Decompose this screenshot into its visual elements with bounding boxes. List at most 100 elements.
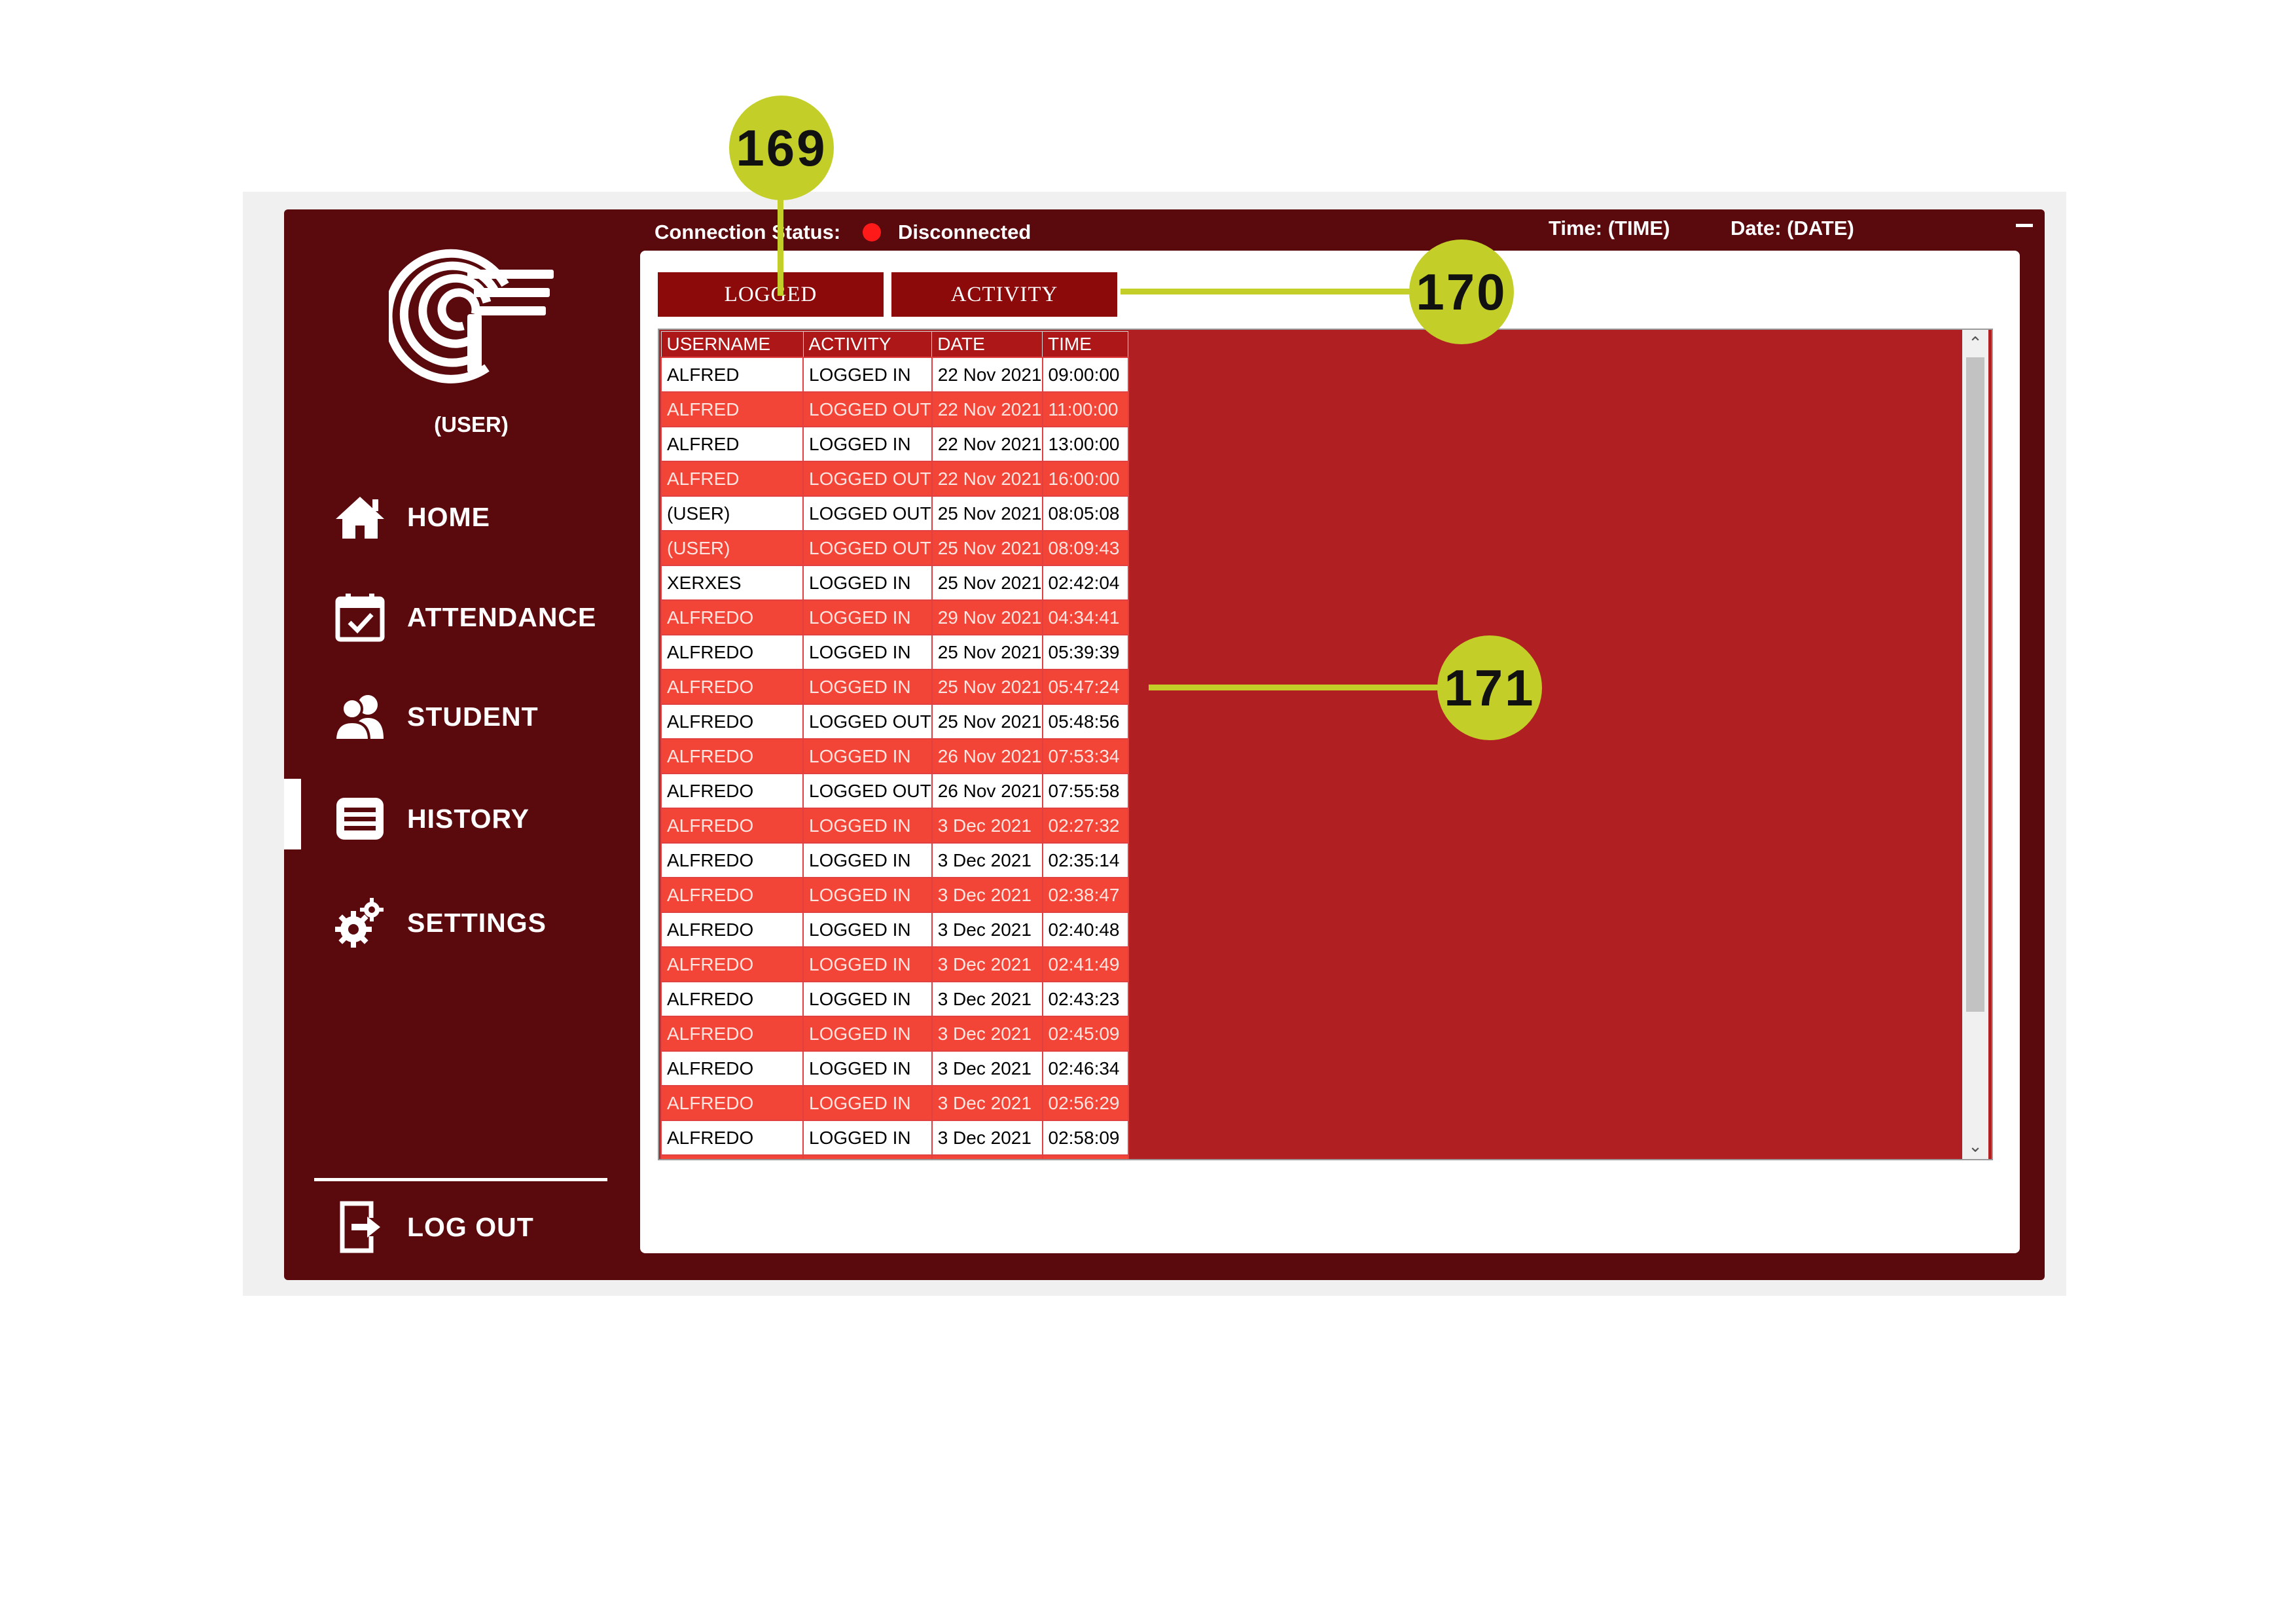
cell-date: 29 Nov 2021	[931, 599, 1043, 635]
cell-activity: LOGGED IN	[802, 738, 933, 774]
cell-date: 3 Dec 2021	[931, 1016, 1043, 1052]
cell-time: 05:48:56	[1041, 704, 1129, 740]
cell-time: 07:53:34	[1041, 738, 1129, 774]
cell-time: 02:56:29	[1041, 1085, 1129, 1121]
cell-username: ALFREDO	[660, 599, 804, 635]
cell-time: 04:34:41	[1041, 599, 1129, 635]
cell-activity: LOGGED IN	[802, 634, 933, 670]
sidebar-item-label: STUDENT	[407, 701, 539, 732]
cell-time: 02:38:47	[1041, 877, 1129, 913]
cell-username: ALFREDO	[660, 1085, 804, 1121]
table-row[interactable]: XERXES LOGGED IN 25 Nov 2021 02:42:04	[660, 565, 1129, 601]
cell-username: ALFREDO	[660, 842, 804, 878]
table-row[interactable]: ALFREDO LOGGED IN 26 Nov 2021 07:53:34	[660, 738, 1129, 774]
cell-activity: LOGGED OUT	[802, 704, 933, 740]
cell-activity: LOGGED IN	[802, 357, 933, 393]
sidebar-item-student[interactable]: STUDENT	[334, 681, 609, 753]
cell-time: 02:45:09	[1041, 1016, 1129, 1052]
cell-time: 11:00:00	[1041, 391, 1129, 427]
table-header-row: USERNAME ACTIVITY DATE TIME	[660, 331, 1128, 358]
table-row[interactable]: ALFREDO LOGGED IN 25 Nov 2021 05:47:24	[660, 669, 1129, 705]
table-row[interactable]: ALFREDO LOGGED IN 3 Dec 2021 02:58:09	[660, 1120, 1129, 1156]
minimize-button[interactable]	[2016, 224, 2033, 227]
cell-username: ALFREDO	[660, 981, 804, 1017]
table-row[interactable]: ALFREDO LOGGED IN 3 Dec 2021 02:56:29	[660, 1085, 1129, 1121]
cell-date: 22 Nov 2021	[931, 357, 1043, 393]
table-row[interactable]: ALFREDO LOGGED IN 3 Dec 2021 02:40:48	[660, 912, 1129, 948]
cell-time: 09:00:00	[1041, 357, 1129, 393]
active-item-indicator	[284, 779, 301, 849]
tab-activity[interactable]: ACTIVITY	[891, 272, 1117, 317]
table-row[interactable]: ALFREDO LOGGED IN 3 Dec 2021 02:41:49	[660, 946, 1129, 982]
time-display: Time: (TIME)	[1549, 217, 1670, 240]
cell-activity: LOGGED IN	[802, 599, 933, 635]
sidebar-item-label: SETTINGS	[407, 907, 547, 938]
table-row[interactable]: ALFREDO LOGGED IN 3 Dec 2021 02:45:09	[660, 1016, 1129, 1052]
cell-time: 02:58:09	[1041, 1120, 1129, 1156]
table-row[interactable]: ALFRED LOGGED OUT 22 Nov 2021 11:00:00	[660, 391, 1129, 427]
callout-leader-line	[778, 196, 783, 296]
cell-date: 22 Nov 2021	[931, 426, 1043, 462]
table-row[interactable]: ALFREDO LOGGED IN 3 Dec 2021 02:43:23	[660, 981, 1129, 1017]
table-row[interactable]: ALFRED LOGGED IN 22 Nov 2021 13:00:00	[660, 426, 1129, 462]
column-header-username[interactable]: USERNAME	[660, 331, 804, 358]
callout-marker: 171	[1437, 635, 1542, 740]
cell-date: 3 Dec 2021	[931, 1120, 1043, 1156]
callout-leader-line	[1149, 685, 1442, 690]
logout-icon	[334, 1201, 386, 1253]
table-row[interactable]: ALFREDO LOGGED IN 3 Dec 2021 02:46:34	[660, 1050, 1129, 1086]
table-row[interactable]: ALFREDO LOGGED IN 25 Nov 2021 05:39:39	[660, 634, 1129, 670]
cell-date: 3 Dec 2021	[931, 842, 1043, 878]
scroll-down-arrow-icon[interactable]: ⌄	[1962, 1133, 1988, 1159]
cell-activity: LOGGED OUT	[802, 495, 933, 531]
status-dot-icon	[863, 223, 881, 241]
cell-activity: LOGGED OUT	[802, 530, 933, 566]
table-row[interactable]: ALFREDO LOGGED IN 29 Nov 2021 04:34:41	[660, 599, 1129, 635]
cell-date: 26 Nov 2021	[931, 738, 1043, 774]
cell-username: ALFREDO	[660, 704, 804, 740]
logout-button[interactable]: LOG OUT	[334, 1191, 609, 1263]
cell-time: 02:41:49	[1041, 946, 1129, 982]
cell-username: ALFREDO	[660, 1050, 804, 1086]
cell-time: 07:55:58	[1041, 773, 1129, 809]
cell-date: 3 Dec 2021	[931, 912, 1043, 948]
cell-activity: LOGGED IN	[802, 669, 933, 705]
sidebar-item-home[interactable]: HOME	[334, 481, 609, 553]
table-row[interactable]: (USER) LOGGED OUT 25 Nov 2021 08:09:43	[660, 530, 1129, 566]
cell-username: ALFREDO	[660, 1016, 804, 1052]
column-header-time[interactable]: TIME	[1042, 331, 1128, 358]
history-table[interactable]: USERNAME ACTIVITY DATE TIME ALFRED LOGGED…	[658, 329, 1993, 1160]
table-row[interactable]: ALFREDO LOGGED OUT 25 Nov 2021 05:48:56	[660, 704, 1129, 740]
tab-logged[interactable]: LOGGED	[658, 272, 884, 317]
table-row[interactable]: ALFREDO LOGGED IN 3 Dec 2021 02:27:32	[660, 808, 1129, 844]
users-icon	[334, 690, 386, 743]
sidebar-item-history[interactable]: HISTORY	[334, 783, 609, 855]
column-header-date[interactable]: DATE	[931, 331, 1043, 358]
sidebar-item-attendance[interactable]: ATTENDANCE	[334, 581, 609, 653]
cell-activity: LOGGED IN	[802, 946, 933, 982]
vertical-scrollbar[interactable]: ⌃ ⌄	[1962, 330, 1988, 1159]
cell-time: 02:40:48	[1041, 912, 1129, 948]
table-row[interactable]: ALFREDO LOGGED IN 3 Dec 2021 02:38:47	[660, 877, 1129, 913]
column-header-activity[interactable]: ACTIVITY	[802, 331, 933, 358]
scroll-up-arrow-icon[interactable]: ⌃	[1962, 330, 1988, 356]
table-row[interactable]: ALFRED LOGGED OUT 22 Nov 2021 16:00:00	[660, 461, 1129, 497]
table-row[interactable]: ALFREDO LOGGED IN 3 Dec 2021 02:35:14	[660, 842, 1129, 878]
cell-activity: LOGGED OUT	[802, 773, 933, 809]
connection-status-label: Connection Status:	[655, 221, 841, 243]
cell-activity: LOGGED IN	[802, 1085, 933, 1121]
cell-username: ALFREDO	[660, 877, 804, 913]
cell-date: 25 Nov 2021	[931, 704, 1043, 740]
cell-activity: LOGGED IN	[802, 808, 933, 844]
table-row[interactable]: ALFREDOLOGGED IN29 Apr 202210:41:53	[660, 1154, 1129, 1159]
cell-username: ALFREDO	[660, 634, 804, 670]
table-row[interactable]: ALFREDO LOGGED OUT 26 Nov 2021 07:55:58	[660, 773, 1129, 809]
cell-username: ALFRED	[660, 357, 804, 393]
scroll-thumb[interactable]	[1966, 357, 1984, 1012]
table-row[interactable]: (USER) LOGGED OUT 25 Nov 2021 08:05:08	[660, 495, 1129, 531]
callout-marker: 170	[1409, 240, 1514, 344]
sidebar-item-settings[interactable]: SETTINGS	[334, 887, 609, 959]
cell-date: 29 Apr 2022	[931, 1154, 1043, 1159]
table-row[interactable]: ALFRED LOGGED IN 22 Nov 2021 09:00:00	[660, 357, 1129, 393]
cell-username: ALFRED	[660, 391, 804, 427]
